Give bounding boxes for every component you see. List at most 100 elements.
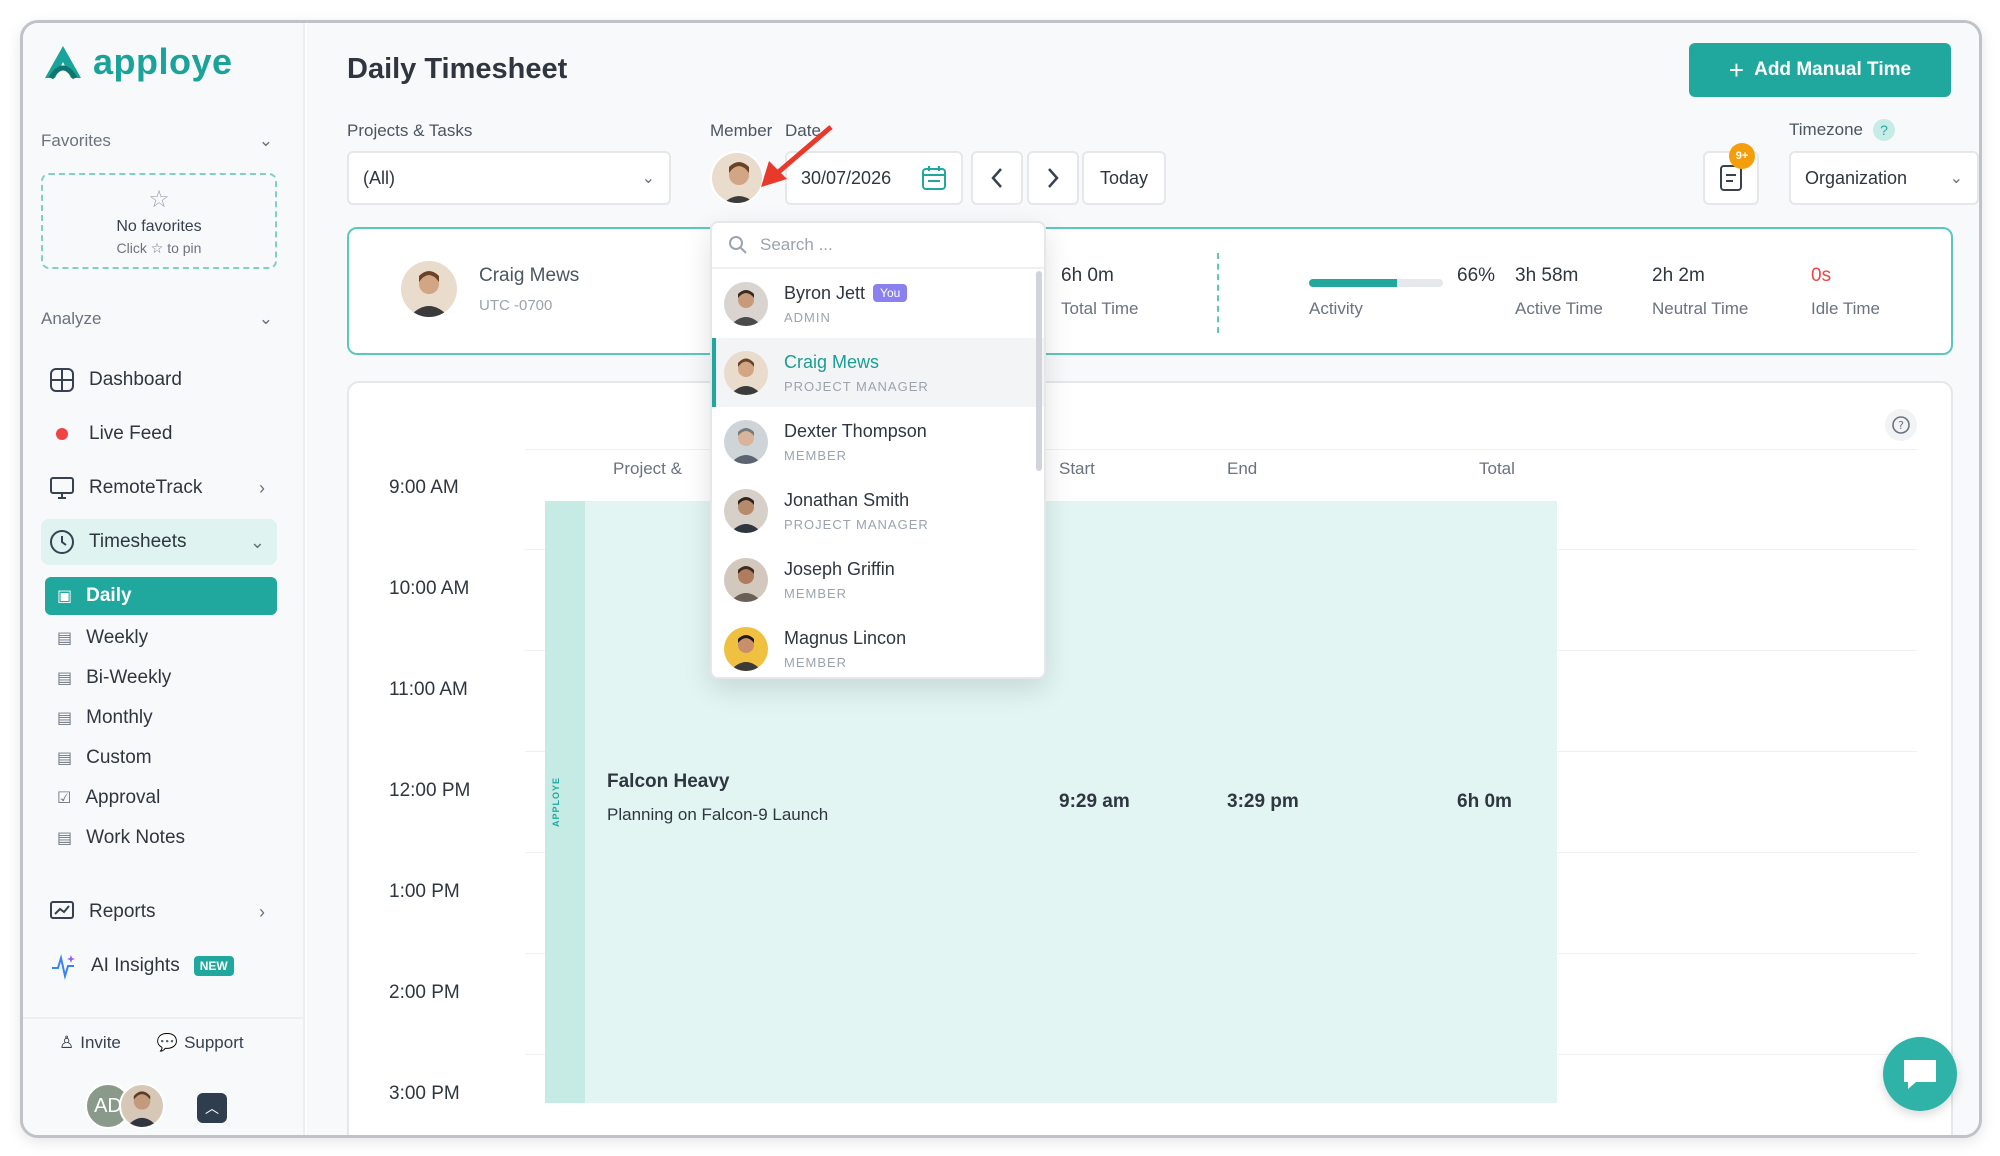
support-label: Support (184, 1033, 244, 1052)
brand-logo[interactable]: apploye (43, 41, 233, 83)
user-avatars[interactable]: AD (85, 1083, 165, 1129)
invite-link[interactable]: ♙ Invite (59, 1033, 121, 1053)
sub-work-notes-label: Work Notes (86, 827, 186, 848)
member-summary-card: Craig Mews UTC -0700 6h 0m Total Time 66… (347, 227, 1953, 355)
member-option[interactable]: Byron Jett You ADMIN (712, 269, 1044, 338)
avatar (724, 419, 768, 464)
nav-timesheets[interactable]: Timesheets ⌄ (41, 519, 277, 565)
nav-live-feed[interactable]: Live Feed (41, 411, 277, 457)
member-option[interactable]: Magnus Lincon MEMBER (712, 614, 1044, 677)
report-icon (50, 901, 74, 919)
favorites-header[interactable]: Favorites ⌄ (41, 131, 273, 151)
favorites-empty-box: ☆ No favorites Click ☆ to pin (41, 173, 277, 269)
star-icon: ☆ (148, 186, 170, 213)
member-role: MEMBER (784, 447, 848, 463)
member-role: PROJECT MANAGER (784, 378, 929, 394)
activity-label: Activity (1309, 299, 1363, 318)
hour-label: 3:00 PM (389, 1083, 460, 1104)
next-day-button[interactable] (1027, 151, 1079, 205)
nav-reports[interactable]: Reports › (41, 889, 277, 935)
timezone-select[interactable]: Organization ⌄ (1789, 151, 1979, 205)
summary-avatar (401, 261, 457, 317)
member-role: ADMIN (784, 309, 831, 325)
dashboard-icon (50, 368, 74, 392)
sub-daily[interactable]: ▣ Daily (45, 577, 277, 615)
analyze-header[interactable]: Analyze ⌄ (41, 309, 273, 329)
entry-total: 6h 0m (1457, 791, 1512, 812)
sub-custom[interactable]: ▤ Custom (45, 739, 277, 777)
member-option[interactable]: Jonathan Smith PROJECT MANAGER (712, 476, 1044, 545)
member-role: MEMBER (784, 654, 848, 670)
chat-widget-button[interactable] (1883, 1037, 1957, 1111)
sub-monthly-label: Monthly (86, 707, 153, 728)
add-manual-time-label: Add Manual Time (1754, 59, 1912, 80)
calendar-icon: ▤ (57, 670, 73, 687)
projects-select[interactable]: (All) ⌄ (347, 151, 671, 205)
new-badge: NEW (193, 956, 234, 976)
entry-project: Falcon Heavy (607, 771, 730, 792)
chevron-down-icon: ⌄ (1949, 170, 1963, 187)
chevron-down-icon: ⌄ (641, 170, 655, 187)
sub-custom-label: Custom (86, 747, 152, 768)
add-manual-time-button[interactable]: + Add Manual Time (1689, 43, 1951, 97)
hour-label: 9:00 AM (389, 477, 459, 498)
chevron-up-icon: ︿ (205, 1100, 219, 1116)
divider (1217, 253, 1219, 333)
calendar-icon: ▣ (57, 588, 73, 605)
avatar (724, 557, 768, 602)
member-name: Jonathan Smith (784, 489, 910, 510)
sub-bi-weekly[interactable]: ▤ Bi-Weekly (45, 659, 277, 697)
invite-label: Invite (80, 1033, 121, 1052)
member-option[interactable]: Dexter Thompson MEMBER (712, 407, 1044, 476)
total-time-label: Total Time (1061, 299, 1139, 318)
active-time-value: 3h 58m (1515, 265, 1579, 286)
footer-links: ♙ Invite 💬 Support (59, 1033, 244, 1053)
sub-daily-label: Daily (86, 585, 132, 606)
member-search[interactable]: Search ... (712, 223, 1044, 269)
expand-up-button[interactable]: ︿ (197, 1093, 227, 1123)
sub-weekly[interactable]: ▤ Weekly (45, 619, 277, 657)
col-total: Total (1479, 459, 1515, 478)
dropdown-scrollbar[interactable] (1036, 271, 1042, 471)
sub-approval[interactable]: ☑ Approval (45, 779, 277, 817)
calendar-icon: ▤ (57, 630, 73, 647)
member-option-selected[interactable]: Craig Mews PROJECT MANAGER (712, 338, 1044, 407)
chevron-right-icon (1048, 168, 1059, 188)
previous-day-button[interactable] (971, 151, 1023, 205)
entry-source-strip: APPLOYE (545, 501, 585, 1103)
support-link[interactable]: 💬 Support (157, 1033, 244, 1053)
nav-ai-insights[interactable]: AI Insights NEW (41, 943, 277, 989)
calendar-icon (922, 166, 946, 190)
help-button[interactable]: ? (1885, 409, 1917, 441)
nav-live-feed-label: Live Feed (89, 423, 173, 444)
idle-time-label: Idle Time (1811, 299, 1880, 318)
entry-start: 9:29 am (1059, 791, 1130, 812)
member-name: Magnus Lincon (784, 627, 907, 648)
projects-label: Projects & Tasks (347, 121, 473, 140)
avatar (119, 1083, 165, 1129)
nav-dashboard[interactable]: Dashboard (41, 357, 277, 403)
help-icon[interactable]: ? (1873, 119, 1896, 141)
chevron-left-icon (991, 168, 1002, 188)
member-option[interactable]: Joseph Griffin MEMBER (712, 545, 1044, 614)
sub-work-notes[interactable]: ▤ Work Notes (45, 819, 277, 857)
sub-monthly[interactable]: ▤ Monthly (45, 699, 277, 737)
analyze-label: Analyze (41, 309, 102, 328)
live-dot-icon (56, 428, 68, 440)
calendar-edit-icon: ▤ (57, 750, 73, 767)
time-entry[interactable]: APPLOYE Falcon Heavy Planning on Falcon-… (545, 501, 1557, 1103)
nav-remotetrack[interactable]: RemoteTrack › (41, 465, 277, 511)
chevron-right-icon: › (259, 477, 265, 498)
you-badge: You (873, 284, 908, 302)
neutral-time-label: Neutral Time (1652, 299, 1749, 318)
favorites-empty-title: No favorites (116, 218, 202, 235)
today-button[interactable]: Today (1082, 151, 1166, 205)
sub-approval-label: Approval (85, 787, 161, 808)
timezone-label-text: Timezone (1789, 120, 1864, 139)
hour-label: 2:00 PM (389, 982, 460, 1003)
clipboard-check-icon: ☑ (57, 790, 72, 807)
chat-bubble-icon (1904, 1060, 1936, 1089)
avatar (724, 488, 768, 533)
notes-icon: ▤ (57, 830, 73, 847)
member-name: Craig Mews (784, 351, 880, 372)
